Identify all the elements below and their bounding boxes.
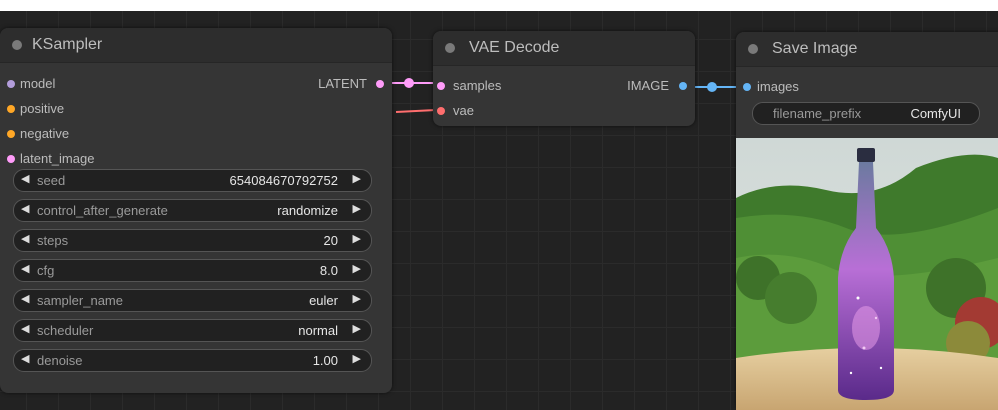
widget-value: 8.0 [319, 263, 338, 278]
widget-label: seed [37, 173, 66, 188]
increment-arrow-icon[interactable]: ▶ [353, 172, 361, 185]
widget-value: 20 [323, 233, 338, 248]
decrement-arrow-icon[interactable]: ◀ [21, 202, 29, 215]
widget-label: control_after_generate [37, 203, 168, 218]
collapse-dot-icon[interactable] [445, 43, 455, 53]
input-vae: vae [453, 103, 474, 118]
widget-value: normal [298, 323, 338, 338]
widget-value: 654084670792752 [229, 173, 338, 188]
model-input-dot[interactable] [7, 80, 15, 88]
filename-prefix-widget[interactable]: filename_prefix ComfyUI [752, 102, 980, 125]
samples-input-dot[interactable] [437, 82, 445, 90]
node-title: VAE Decode [469, 39, 560, 56]
decrement-arrow-icon[interactable]: ◀ [21, 262, 29, 275]
widget-label: denoise [37, 353, 83, 368]
widget-value: 1.00 [312, 353, 338, 368]
latent-image-input-dot[interactable] [7, 155, 15, 163]
widget-label: cfg [37, 263, 55, 278]
increment-arrow-icon[interactable]: ▶ [353, 232, 361, 245]
images-input-dot[interactable] [743, 83, 751, 91]
save-image-header[interactable]: Save Image [736, 32, 998, 67]
input-samples: samples [453, 78, 502, 93]
image-preview[interactable] [736, 138, 998, 410]
steps-widget[interactable]: ◀ steps 20 ▶ [13, 229, 372, 252]
vae-decode-node[interactable]: VAE Decode samples vae IMAGE [433, 31, 695, 126]
widget-label: scheduler [37, 323, 94, 338]
node-title: Save Image [772, 40, 858, 57]
increment-arrow-icon[interactable]: ▶ [353, 322, 361, 335]
input-positive: positive [20, 101, 65, 116]
control-after-generate-widget[interactable]: ◀ control_after_generate randomize ▶ [13, 199, 372, 222]
output-latent: LATENT [318, 76, 367, 91]
image-output-dot[interactable] [679, 82, 687, 90]
widget-label: filename_prefix [773, 106, 862, 121]
output-image: IMAGE [627, 78, 669, 93]
widget-value: euler [309, 293, 338, 308]
increment-arrow-icon[interactable]: ▶ [353, 262, 361, 275]
widget-label: steps [37, 233, 69, 248]
positive-input-dot[interactable] [7, 105, 15, 113]
latent-wire-midpoint[interactable] [404, 78, 414, 88]
input-negative: negative [20, 126, 70, 141]
node-title: KSampler [32, 36, 103, 53]
vae-input-dot[interactable] [437, 107, 445, 115]
increment-arrow-icon[interactable]: ▶ [353, 202, 361, 215]
vae-wire[interactable] [395, 108, 437, 114]
widget-value: ComfyUI [910, 106, 961, 121]
image-wire-midpoint[interactable] [707, 82, 717, 92]
increment-arrow-icon[interactable]: ▶ [353, 292, 361, 305]
widget-label: sampler_name [37, 293, 123, 308]
node-graph-canvas[interactable]: KSampler model positive negative latent_… [0, 11, 998, 410]
negative-input-dot[interactable] [7, 130, 15, 138]
latent-output-dot[interactable] [376, 80, 384, 88]
decrement-arrow-icon[interactable]: ◀ [21, 232, 29, 245]
sampler-name-widget[interactable]: ◀ sampler_name euler ▶ [13, 289, 372, 312]
ksampler-header[interactable]: KSampler [0, 28, 392, 63]
widget-value: randomize [277, 203, 338, 218]
vae-decode-header[interactable]: VAE Decode [433, 31, 695, 66]
input-images: images [757, 79, 799, 94]
decrement-arrow-icon[interactable]: ◀ [21, 292, 29, 305]
seed-widget[interactable]: ◀ seed 654084670792752 ▶ [13, 169, 372, 192]
collapse-dot-icon[interactable] [748, 44, 758, 54]
input-latent-image: latent_image [20, 151, 95, 166]
decrement-arrow-icon[interactable]: ◀ [21, 172, 29, 185]
decrement-arrow-icon[interactable]: ◀ [21, 352, 29, 365]
decrement-arrow-icon[interactable]: ◀ [21, 322, 29, 335]
bottle-image-icon [736, 138, 998, 410]
denoise-widget[interactable]: ◀ denoise 1.00 ▶ [13, 349, 372, 372]
increment-arrow-icon[interactable]: ▶ [353, 352, 361, 365]
input-model: model [20, 76, 56, 91]
ksampler-node[interactable]: KSampler model positive negative latent_… [0, 28, 392, 393]
cfg-widget[interactable]: ◀ cfg 8.0 ▶ [13, 259, 372, 282]
collapse-dot-icon[interactable] [12, 40, 22, 50]
scheduler-widget[interactable]: ◀ scheduler normal ▶ [13, 319, 372, 342]
